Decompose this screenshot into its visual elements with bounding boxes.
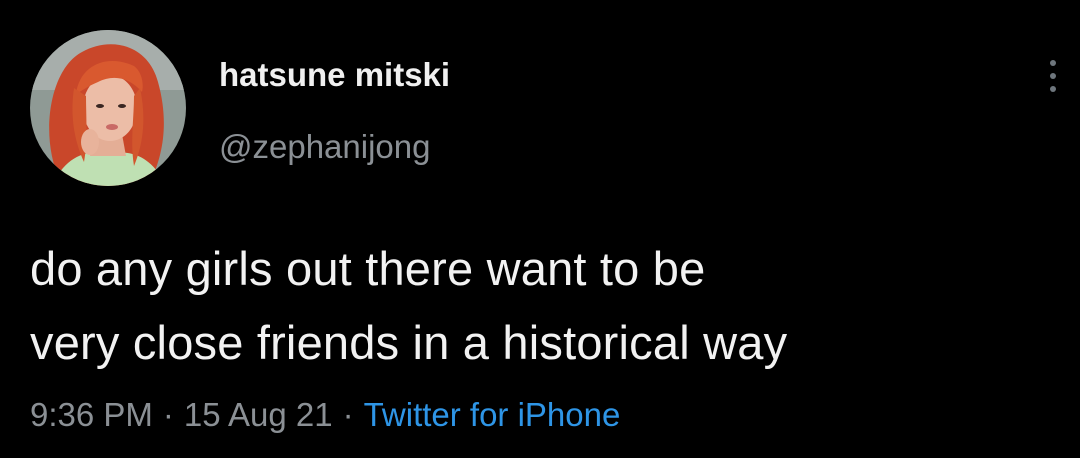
separator: · <box>342 396 354 433</box>
user-handle[interactable]: @zephanijong <box>219 125 431 169</box>
tweet-date[interactable]: 15 Aug 21 <box>184 396 333 433</box>
tweet-text-line: very close friends in a historical way <box>30 316 788 369</box>
more-options-button[interactable] <box>1035 54 1071 98</box>
tweet-metadata: 9:36 PM · 15 Aug 21 · Twitter for iPhone <box>30 393 620 437</box>
avatar[interactable] <box>30 30 186 186</box>
tweet-card[interactable]: hatsune mitski @zephanijong do any girls… <box>0 0 1080 458</box>
more-options-icon <box>1050 60 1056 66</box>
tweet-source-link[interactable]: Twitter for iPhone <box>364 396 621 433</box>
display-name[interactable]: hatsune mitski <box>219 53 450 97</box>
more-options-icon <box>1050 73 1056 79</box>
tweet-text-line: do any girls out there want to be <box>30 242 706 295</box>
more-options-icon <box>1050 86 1056 92</box>
tweet-text: do any girls out there want to be very c… <box>30 232 1070 380</box>
profile-photo-icon <box>30 30 186 186</box>
separator: · <box>162 396 174 433</box>
tweet-time[interactable]: 9:36 PM <box>30 396 153 433</box>
